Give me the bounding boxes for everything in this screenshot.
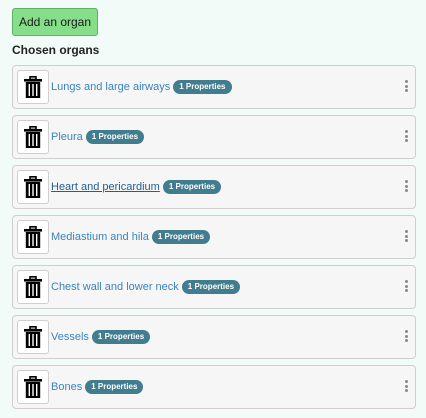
organ-card-bones: Bones 1 Properties [12,365,416,409]
organ-info: Vessels 1 Properties [51,316,151,358]
organ-info: Lungs and large airways 1 Properties [51,66,232,108]
delete-button[interactable] [17,270,49,304]
section-title: Chosen organs [12,43,100,57]
organ-info: Chest wall and lower neck 1 Properties [51,266,241,308]
delete-button[interactable] [17,220,49,254]
trash-icon [24,126,42,148]
organ-info: Mediastium and hila 1 Properties [51,216,211,258]
organ-info: Bones 1 Properties [51,366,144,408]
kebab-menu-icon[interactable] [403,80,409,94]
organ-info: Pleura 1 Properties [51,116,145,158]
add-organ-button[interactable]: Add an organ [12,8,98,36]
organ-card-pleura: Pleura 1 Properties [12,115,416,159]
organ-name-link[interactable]: Pleura [51,131,83,143]
delete-button[interactable] [17,170,49,204]
organ-list: Lungs and large airways 1 Properties Ple… [12,65,416,415]
properties-badge[interactable]: 1 Properties [91,330,151,344]
organ-name-link[interactable]: Vessels [51,331,89,343]
properties-badge[interactable]: 1 Properties [85,130,145,144]
kebab-menu-icon[interactable] [403,280,409,294]
organ-name-link[interactable]: Chest wall and lower neck [51,281,179,293]
properties-badge[interactable]: 1 Properties [162,180,222,194]
delete-button[interactable] [17,320,49,354]
properties-badge[interactable]: 1 Properties [181,280,241,294]
delete-button[interactable] [17,70,49,104]
organ-card-vessels: Vessels 1 Properties [12,315,416,359]
organ-info: Heart and pericardium 1 Properties [51,166,222,208]
organ-name-link[interactable]: Lungs and large airways [51,81,170,93]
kebab-menu-icon[interactable] [403,230,409,244]
trash-icon [24,376,42,398]
organ-name-link[interactable]: Heart and pericardium [51,181,160,193]
delete-button[interactable] [17,120,49,154]
organ-card-heart: Heart and pericardium 1 Properties [12,165,416,209]
organ-card-chest-wall: Chest wall and lower neck 1 Properties [12,265,416,309]
properties-badge[interactable]: 1 Properties [151,230,211,244]
trash-icon [24,226,42,248]
properties-badge[interactable]: 1 Properties [85,380,144,394]
organ-card-mediastium: Mediastium and hila 1 Properties [12,215,416,259]
trash-icon [24,176,42,198]
trash-icon [24,76,42,98]
trash-icon [24,326,42,348]
kebab-menu-icon[interactable] [403,330,409,344]
kebab-menu-icon[interactable] [403,380,409,394]
delete-button[interactable] [17,370,49,404]
properties-badge[interactable]: 1 Properties [173,80,232,94]
organ-name-link[interactable]: Bones [51,381,82,393]
organ-card-lungs: Lungs and large airways 1 Properties [12,65,416,109]
kebab-menu-icon[interactable] [403,180,409,194]
kebab-menu-icon[interactable] [403,130,409,144]
organ-name-link[interactable]: Mediastium and hila [51,231,149,243]
trash-icon [24,276,42,298]
